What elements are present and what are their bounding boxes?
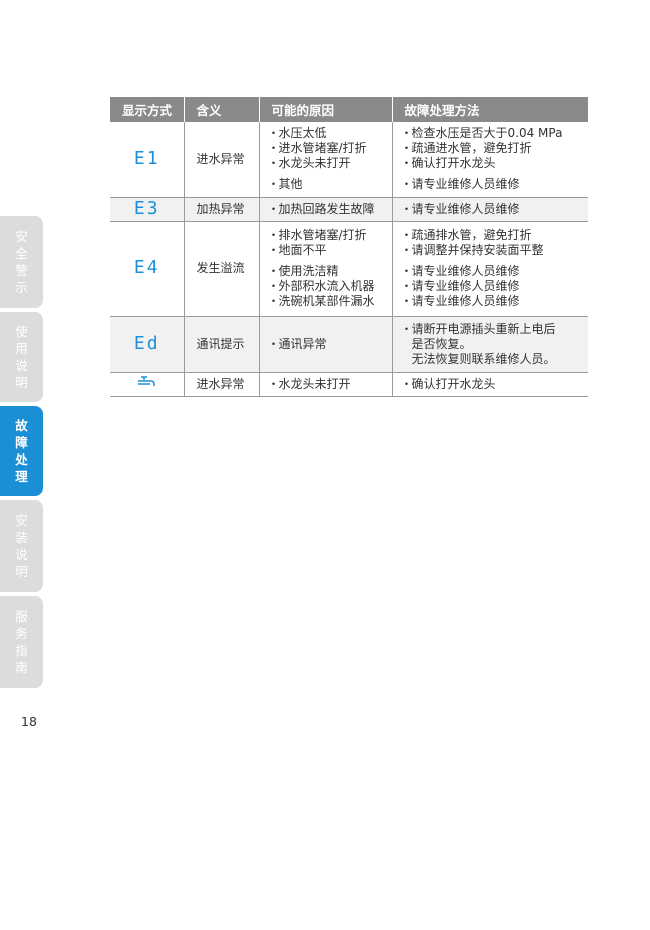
cause-item: ・通讯异常 <box>267 336 327 351</box>
solution-group: ・疏通排水管，避免打折 ・请调整并保持安装面平整 <box>401 228 583 258</box>
sidebar-tab-char: 安 <box>15 513 28 528</box>
solution-group: ・请专业维修人员维修 ・请专业维修人员维修 ・请专业维修人员维修 <box>401 264 583 309</box>
code-cell <box>110 372 185 397</box>
table-row: 进水异常 ・水龙头未打开 ・确认打开水龙头 <box>110 372 588 397</box>
solution-item: ・检查水压是否大于0.04 MPa <box>400 126 563 141</box>
sidebar-tab-char: 装 <box>15 530 28 545</box>
header-display-mode: 显示方式 <box>110 97 185 122</box>
cause-item: ・进水管堵塞/打折 <box>267 141 367 156</box>
cause-group: ・水压太低 ・进水管堵塞/打折 ・水龙头未打开 <box>268 126 386 171</box>
sidebar-tab-char: 明 <box>15 564 28 579</box>
header-solution: 故障处理方法 <box>392 97 588 122</box>
section-sidebar: 安 全 警 示 使 用 说 明 故 障 处 理 安 装 说 明 服 务 指 南 <box>0 216 43 692</box>
table-row: E4 发生溢流 ・排水管堵塞/打折 ・地面不平 ・使用洗洁精 ・外部积水流入机器… <box>110 221 588 317</box>
seven-segment-e1-icon: E1 <box>133 147 160 169</box>
seven-segment-e3-icon: E3 <box>133 197 160 219</box>
sidebar-tab-char: 说 <box>15 547 28 562</box>
solution-item: ・请断开电源插头重新上电后 <box>400 321 556 336</box>
sidebar-tab-char: 用 <box>15 341 28 356</box>
sidebar-tab-char: 明 <box>15 375 28 390</box>
sidebar-tab-char: 示 <box>15 280 28 295</box>
cause-item: ・水龙头未打开 <box>267 376 351 391</box>
cause-cell: ・排水管堵塞/打折 ・地面不平 ・使用洗洁精 ・外部积水流入机器 ・洗碗机某部件… <box>259 221 393 317</box>
table-header-row: 显示方式 含义 可能的原因 故障处理方法 <box>110 97 588 122</box>
cause-group: ・使用洗洁精 ・外部积水流入机器 ・洗碗机某部件漏水 <box>268 264 386 309</box>
solution-item: ・疏通排水管，避免打折 <box>400 228 532 242</box>
cause-item: ・其他 <box>267 177 303 192</box>
sidebar-tab-char: 全 <box>15 246 28 261</box>
solution-cell: ・请断开电源插头重新上电后 是否恢复。 无法恢复则联系维修人员。 <box>392 316 588 373</box>
sidebar-tab-installation[interactable]: 安 装 说 明 <box>0 500 43 592</box>
solution-continuation: 是否恢复。 <box>411 336 472 351</box>
cause-group: ・其他 <box>268 177 386 192</box>
page-number: 18 <box>21 714 37 729</box>
sidebar-tab-char: 说 <box>15 358 28 373</box>
solution-item: ・请调整并保持安装面平整 <box>400 243 544 257</box>
sidebar-tab-char: 障 <box>15 435 28 450</box>
solution-item: ・请专业维修人员维修 <box>400 264 520 278</box>
seven-segment-ed-icon: Ed <box>133 332 160 354</box>
solution-cell: ・疏通排水管，避免打折 ・请调整并保持安装面平整 ・请专业维修人员维修 ・请专业… <box>392 221 588 317</box>
sidebar-tab-char: 处 <box>15 452 28 467</box>
sidebar-tab-service[interactable]: 服 务 指 南 <box>0 596 43 688</box>
sidebar-tab-char: 服 <box>15 609 28 624</box>
sidebar-tab-char: 安 <box>15 229 28 244</box>
sidebar-tab-usage[interactable]: 使 用 说 明 <box>0 312 43 402</box>
cause-cell: ・加热回路发生故障 <box>259 197 393 222</box>
code-cell: Ed <box>110 316 185 373</box>
meaning-cell: 加热异常 <box>184 197 260 222</box>
sidebar-tab-char: 理 <box>15 469 28 484</box>
cause-item: ・水龙头未打开 <box>267 156 351 171</box>
troubleshooting-table-wrapper: 显示方式 含义 可能的原因 故障处理方法 E1 进水异常 ・水压太低 ・进水管堵… <box>110 97 588 397</box>
cause-cell: ・通讯异常 <box>259 316 393 373</box>
solution-item: ・疏通进水管，避免打折 <box>400 141 532 156</box>
meaning-cell: 通讯提示 <box>184 316 260 373</box>
solution-item: ・请专业维修人员维修 <box>400 177 520 192</box>
meaning-cell: 进水异常 <box>184 122 260 198</box>
sidebar-tab-char: 使 <box>15 324 28 339</box>
solution-item: ・请专业维修人员维修 <box>400 279 520 293</box>
cause-item: ・外部积水流入机器 <box>267 279 375 293</box>
solution-group: ・请专业维修人员维修 <box>401 177 583 192</box>
cause-item: ・使用洗洁精 <box>267 264 339 278</box>
meaning-cell: 发生溢流 <box>184 221 260 317</box>
solution-group: ・检查水压是否大于0.04 MPa ・疏通进水管，避免打折 ・确认打开水龙头 <box>401 126 583 171</box>
table-row: Ed 通讯提示 ・通讯异常 ・请断开电源插头重新上电后 是否恢复。 无法恢复则联… <box>110 316 588 373</box>
cause-item: ・洗碗机某部件漏水 <box>267 294 375 308</box>
cause-item: ・水压太低 <box>267 126 327 141</box>
solution-cell: ・请专业维修人员维修 <box>392 197 588 222</box>
solution-cell: ・确认打开水龙头 <box>392 372 588 397</box>
troubleshooting-table: 显示方式 含义 可能的原因 故障处理方法 E1 进水异常 ・水压太低 ・进水管堵… <box>110 97 588 397</box>
sidebar-tab-char: 故 <box>15 418 28 433</box>
solution-continuation: 无法恢复则联系维修人员。 <box>411 351 556 366</box>
code-cell: E4 <box>110 221 185 317</box>
cause-group: ・排水管堵塞/打折 ・地面不平 <box>268 228 386 258</box>
faucet-icon <box>137 376 155 386</box>
sidebar-tab-char: 南 <box>15 660 28 675</box>
table-row: E1 进水异常 ・水压太低 ・进水管堵塞/打折 ・水龙头未打开 ・其他 ・检查水… <box>110 122 588 198</box>
cause-item: ・排水管堵塞/打折 <box>267 228 367 242</box>
sidebar-tab-char: 务 <box>15 626 28 641</box>
solution-cell: ・检查水压是否大于0.04 MPa ・疏通进水管，避免打折 ・确认打开水龙头 ・… <box>392 122 588 198</box>
sidebar-tab-char: 指 <box>15 643 28 658</box>
cause-cell: ・水龙头未打开 <box>259 372 393 397</box>
code-cell: E1 <box>110 122 185 198</box>
cause-item: ・加热回路发生故障 <box>267 201 375 216</box>
sidebar-tab-troubleshooting[interactable]: 故 障 处 理 <box>0 406 43 496</box>
code-cell: E3 <box>110 197 185 222</box>
seven-segment-e4-icon: E4 <box>133 257 160 278</box>
sidebar-tab-char: 警 <box>15 263 28 278</box>
solution-item: ・请专业维修人员维修 <box>400 294 520 308</box>
cause-cell: ・水压太低 ・进水管堵塞/打折 ・水龙头未打开 ・其他 <box>259 122 393 198</box>
sidebar-tab-safety[interactable]: 安 全 警 示 <box>0 216 43 308</box>
header-meaning: 含义 <box>184 97 260 122</box>
meaning-cell: 进水异常 <box>184 372 260 397</box>
header-possible-cause: 可能的原因 <box>259 97 393 122</box>
solution-item: ・确认打开水龙头 <box>400 156 496 171</box>
table-row: E3 加热异常 ・加热回路发生故障 ・请专业维修人员维修 <box>110 197 588 222</box>
solution-item: ・请专业维修人员维修 <box>400 201 520 216</box>
solution-item: ・确认打开水龙头 <box>400 376 496 391</box>
cause-item: ・地面不平 <box>267 243 327 257</box>
